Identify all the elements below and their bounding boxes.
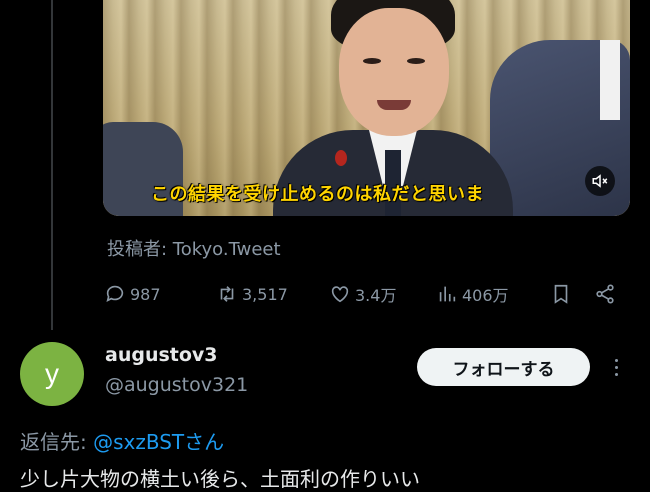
tweet-action-bar: 987 3,517 3.4万 406万 [104,280,624,308]
avatar[interactable]: y [20,342,84,406]
reply-to-line: 返信先: @sxzBSTさん [20,426,224,455]
more-dot [614,365,618,369]
more-dot [614,372,618,376]
reply-count: 987 [130,284,161,304]
reply-to-mention[interactable]: @sxzBSTさん [93,430,224,454]
reply-to-label: 返信先: [20,430,94,454]
retweet-button[interactable]: 3,517 [216,283,288,305]
reply-body-text: 少し片大物の横土い後ら、土面利の作りいい [20,467,420,491]
display-name[interactable]: augustov3 [105,344,218,366]
retweet-icon [220,286,234,302]
bar-chart-icon [439,286,456,302]
share-button[interactable] [594,283,616,305]
thread-connector-line [51,0,53,330]
bookmark-button[interactable] [550,283,572,305]
reply-button[interactable]: 987 [104,283,161,305]
user-handle[interactable]: @augustov321 [105,374,248,396]
video-subtitle: この結果を受け止めるのは私だと思いま [151,184,484,205]
reply-icon [106,285,124,302]
heart-icon [331,286,349,303]
share-icon [596,284,614,304]
view-count: 406万 [462,286,509,305]
more-dot [614,358,618,362]
mute-button[interactable] [585,166,615,196]
retweet-count: 3,517 [242,284,288,304]
like-count: 3.4万 [355,286,397,305]
video-source-attribution: 投稿者: Tokyo.Tweet [107,239,281,260]
like-button[interactable]: 3.4万 [329,282,396,306]
views-button[interactable]: 406万 [436,282,509,306]
speaker-muted-icon [592,174,608,188]
video-player[interactable]: この結果を受け止めるのは私だと思いま [103,0,630,216]
bookmark-icon [554,284,568,304]
avatar-letter: y [45,358,59,389]
follow-button[interactable]: フォローする [417,348,590,386]
more-options-button[interactable] [606,352,626,382]
